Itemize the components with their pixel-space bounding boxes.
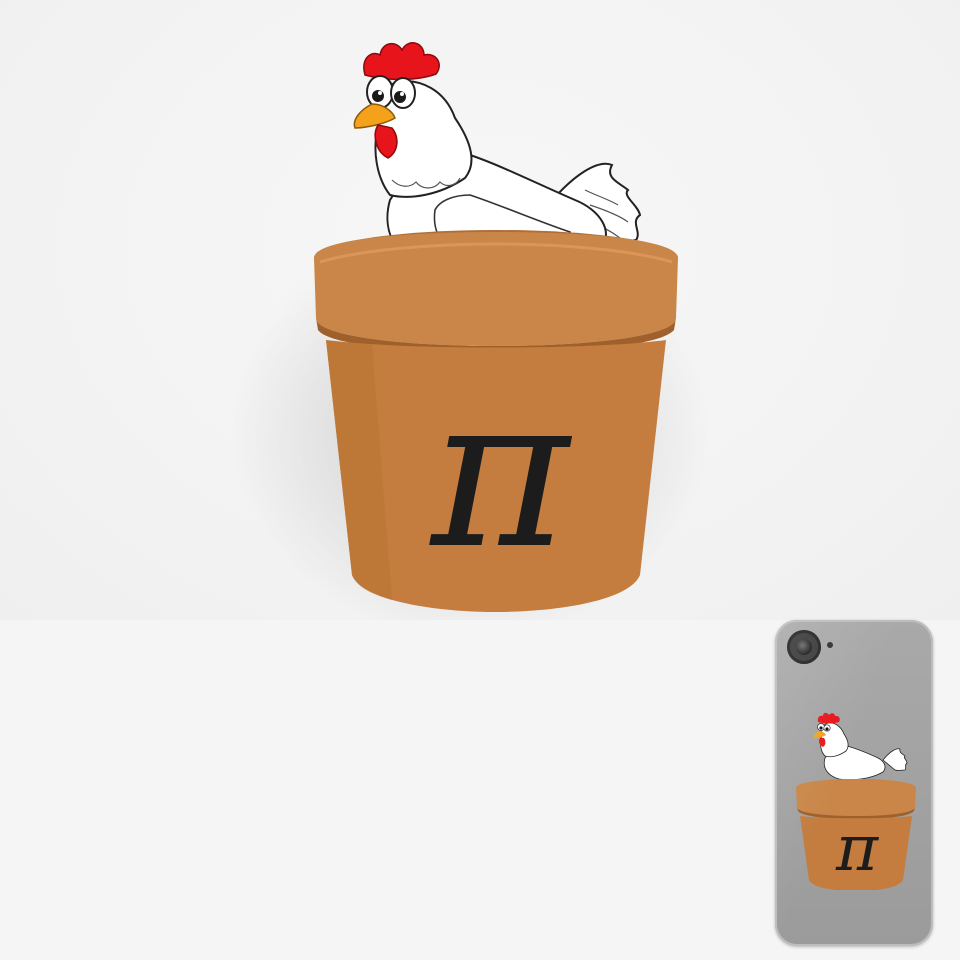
phone-case-preview[interactable]: π [775,620,933,946]
pi-symbol-small: π [835,812,879,886]
flowerpot: π [314,230,678,612]
camera-icon [787,630,821,664]
pi-symbol: π [429,350,573,595]
flash-icon [827,642,833,648]
camera-lens [796,639,812,655]
chicken-pot-pie-artwork: π [230,42,710,620]
phone-case-artwork: π [796,712,916,890]
product-preview: π π [0,0,960,960]
